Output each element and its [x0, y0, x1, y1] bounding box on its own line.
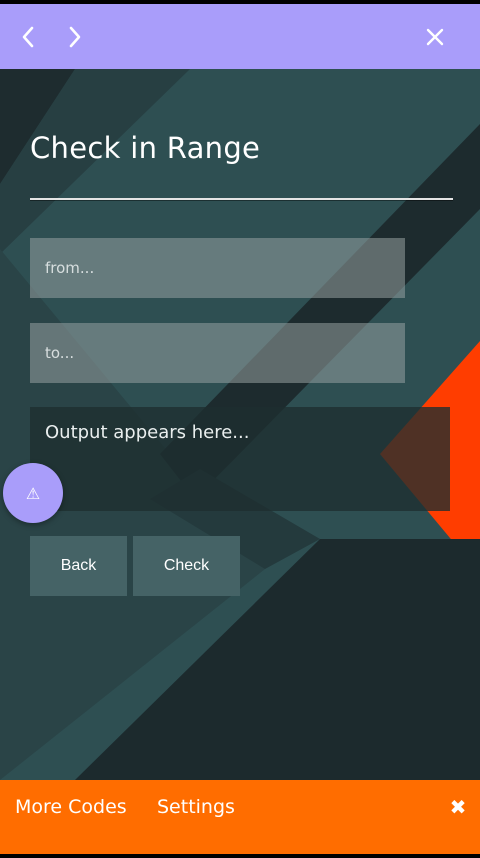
chevron-left-icon[interactable]: [13, 22, 43, 52]
back-button[interactable]: Back: [30, 536, 127, 596]
main-panel: Check in Range Output appears here... Ba…: [0, 69, 480, 780]
bottom-bar: More Codes Settings ✖: [0, 780, 480, 854]
close-icon[interactable]: [420, 22, 450, 52]
to-input[interactable]: [30, 323, 405, 383]
from-input[interactable]: [30, 238, 405, 298]
top-app-bar: [0, 4, 480, 69]
chevron-right-icon[interactable]: [60, 22, 90, 52]
page-title: Check in Range: [30, 131, 261, 165]
output-box: Output appears here...: [30, 407, 450, 511]
title-divider: [30, 198, 453, 200]
settings-link[interactable]: Settings: [157, 796, 235, 818]
more-codes-link[interactable]: More Codes: [15, 796, 127, 818]
warning-fab[interactable]: ⚠: [3, 463, 63, 523]
close-icon[interactable]: ✖: [448, 795, 468, 819]
check-button[interactable]: Check: [133, 536, 240, 596]
warning-icon: ⚠: [25, 483, 41, 503]
